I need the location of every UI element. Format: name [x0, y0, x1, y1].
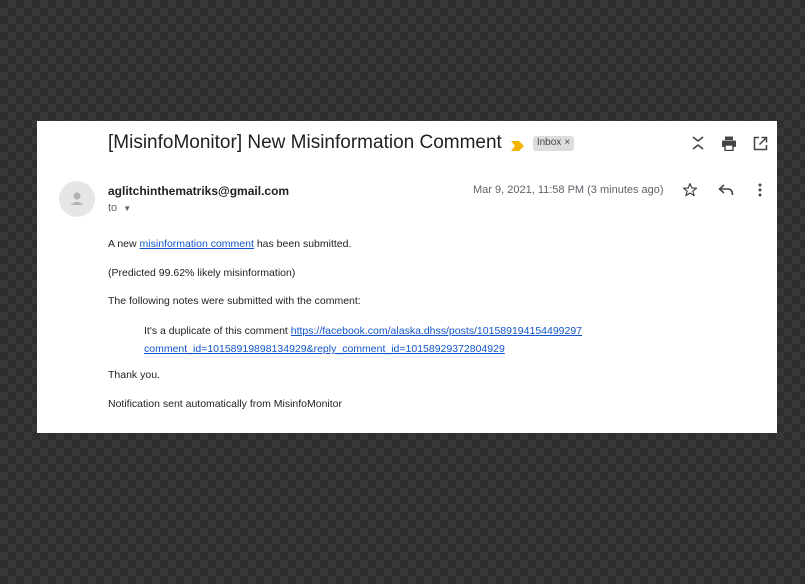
- to-label: to: [108, 202, 118, 214]
- thank-you-text: Thank you.: [108, 369, 160, 381]
- print-icon[interactable]: [720, 134, 738, 152]
- email-subject: [MisinfoMonitor] New Misinformation Comm…: [108, 132, 502, 153]
- quote-prefix: It's a duplicate of this comment: [144, 325, 291, 337]
- notification-footer-text: Notification sent automatically from Mis…: [108, 398, 343, 410]
- body-line1-prefix: A new: [108, 238, 140, 250]
- remove-label-button[interactable]: ×: [564, 137, 570, 149]
- important-marker-icon[interactable]: [510, 138, 524, 151]
- email-view: [MisinfoMonitor] New Misinformation Comm…: [37, 121, 777, 433]
- email-timestamp: Mar 9, 2021, 11:58 PM (3 minutes ago): [473, 184, 664, 196]
- chevron-down-icon[interactable]: ▼: [123, 204, 131, 213]
- facebook-post-link-line2: comment_id=10158919898134929&reply_comme…: [144, 343, 505, 355]
- facebook-post-link-line1: https://facebook.com/alaska.dhss/posts/1…: [290, 325, 583, 337]
- avatar[interactable]: [59, 181, 95, 217]
- inbox-label-text: Inbox: [536, 136, 562, 148]
- body-line-new-comment: A new misinformation comment has been su…: [108, 238, 351, 250]
- submitted-notes-quote: It's a duplicate of this comment https:/…: [144, 322, 644, 358]
- subject-row: [MisinfoMonitor] New Misinformation Comm…: [108, 132, 575, 154]
- sender-address[interactable]: aglitchinthematriks@gmail.com: [108, 184, 289, 198]
- predicted-score-text: (Predicted 99.62% likely misinformation): [108, 267, 296, 279]
- person-icon: [70, 192, 84, 205]
- notes-intro-text: The following notes were submitted with …: [108, 295, 361, 307]
- reply-icon[interactable]: [717, 181, 735, 199]
- recipient-line[interactable]: to ▼: [108, 202, 131, 214]
- unfold-icon[interactable]: [689, 134, 707, 152]
- inbox-label-chip: Inbox ×: [532, 135, 575, 151]
- more-vert-icon[interactable]: [751, 181, 769, 199]
- star-icon[interactable]: [681, 181, 699, 199]
- body-line1-suffix: has been submitted.: [253, 238, 352, 250]
- open-in-new-icon[interactable]: [751, 134, 769, 152]
- misinformation-comment-link[interactable]: misinformation comment: [140, 238, 254, 250]
